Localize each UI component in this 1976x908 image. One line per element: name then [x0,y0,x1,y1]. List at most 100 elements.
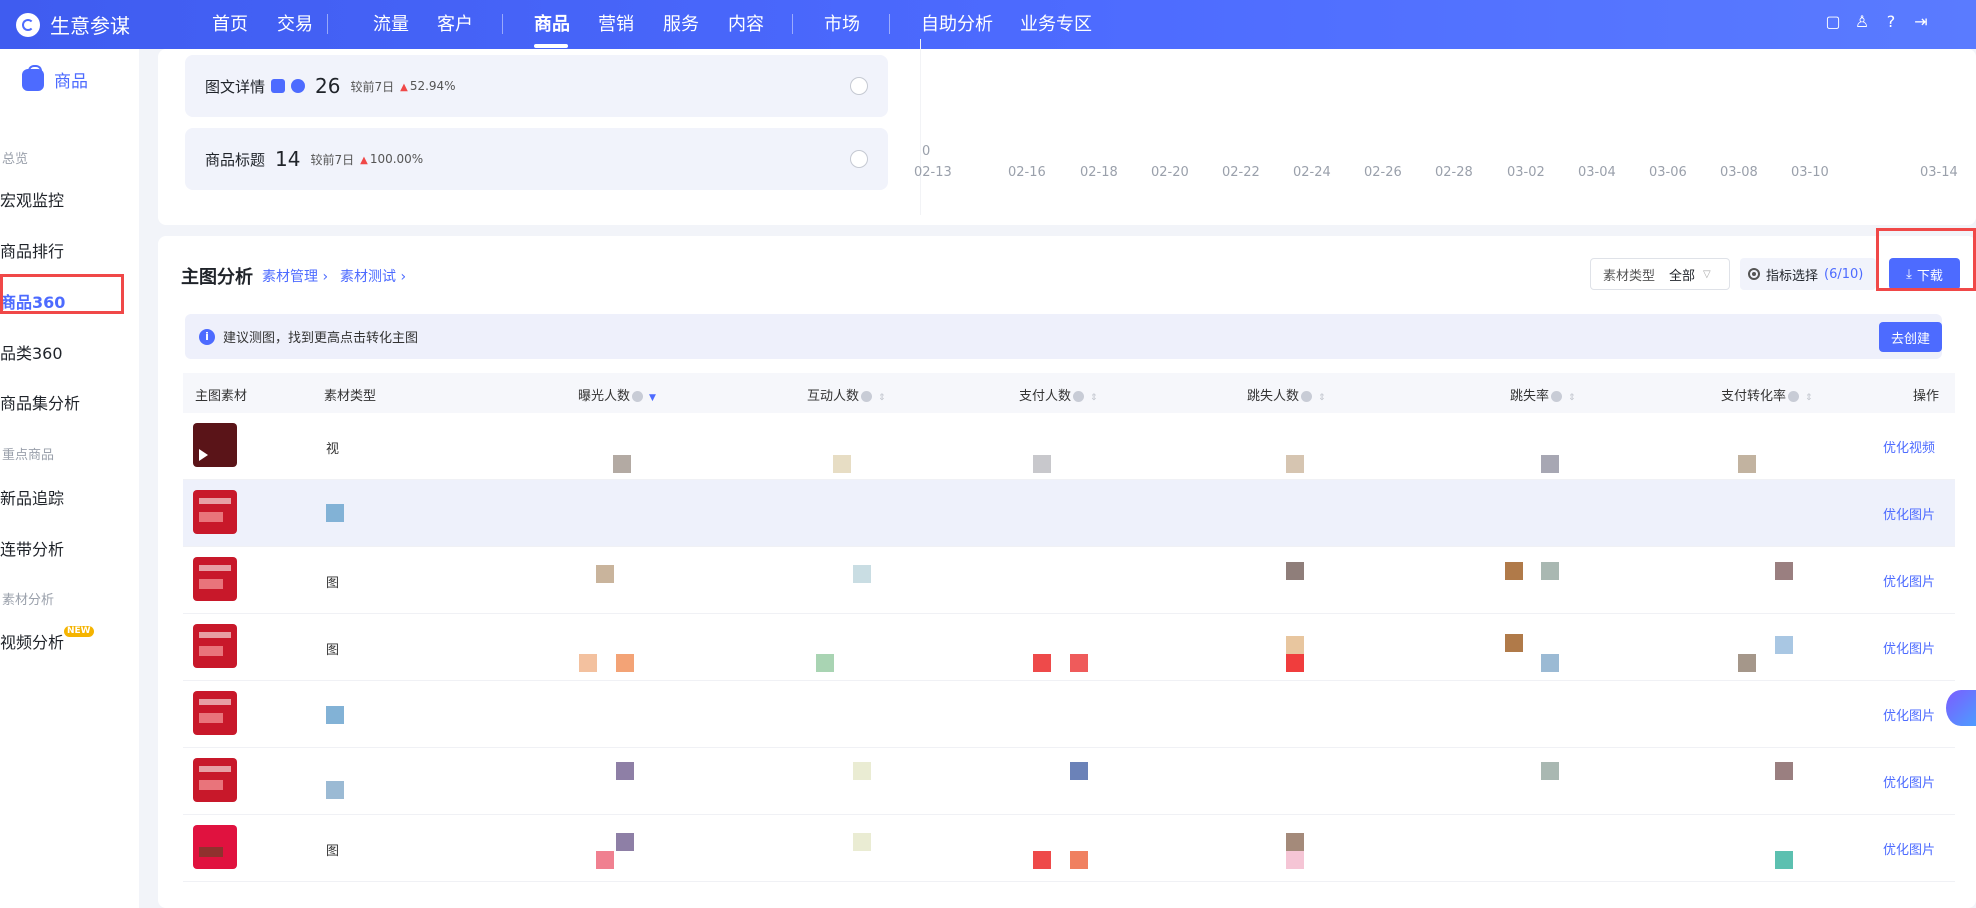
shield-icon [271,79,286,93]
sidebar-item-cross-sell-analysis[interactable]: 连带分析 [0,536,64,560]
x-tick-label: 03-14 [1920,165,1958,180]
material-type-select[interactable]: 素材类型 全部 ▽ [1590,258,1730,290]
image-thumbnail[interactable] [193,624,237,668]
redacted-value [1286,562,1304,580]
sidebar-item-new-product-tracking[interactable]: 新品追踪 [0,485,64,509]
redacted-value [1070,762,1088,780]
metric-value: 14 [275,147,301,171]
nav-item-trade[interactable]: 交易 [277,10,313,36]
optimize-image-link[interactable]: 优化图片 [1883,638,1935,657]
nav-item-marketing[interactable]: 营销 [598,10,634,36]
sidebar-group-material-analysis: 素材分析 [2,593,55,608]
metric-change: 52.94% [400,79,456,93]
redacted-value [616,833,634,851]
nav-divider [889,14,890,34]
redacted-value [833,455,851,473]
optimize-image-link[interactable]: 优化图片 [1883,504,1935,523]
material-management-link[interactable]: 素材管理 [262,266,328,286]
metric-row-title[interactable]: 商品标题 14 较前7日 100.00% [185,128,888,190]
col-bounce-users[interactable]: 跳失人数 ⇕ [1247,385,1326,404]
x-tick-label: 03-04 [1578,165,1616,180]
material-test-link[interactable]: 素材测试 [340,266,406,286]
redacted-value [326,706,344,724]
nav-item-content[interactable]: 内容 [728,10,764,36]
image-thumbnail[interactable] [193,557,237,601]
redacted-value [1033,455,1051,473]
help-icon [1073,391,1085,402]
nav-item-product[interactable]: 商品 [534,10,570,36]
image-thumbnail[interactable] [193,758,237,802]
x-tick-label: 02-13 [914,165,952,180]
sidebar-item-video-analysis[interactable]: 视频分析 [0,629,64,653]
col-interaction[interactable]: 互动人数 ⇕ [807,385,886,404]
message-icon[interactable]: ▢ [1824,13,1842,31]
x-tick-label: 02-18 [1080,165,1118,180]
create-button[interactable]: 去创建 [1879,322,1942,352]
table-row: 优化图片 [183,480,1955,547]
sort-icon[interactable]: ⇕ [878,393,886,403]
metric-row-detail[interactable]: 图文详情 26 较前7日 52.94% [185,55,888,117]
sort-icon[interactable]: ⇕ [1318,393,1326,403]
redacted-value [596,851,614,869]
optimize-image-link[interactable]: 优化图片 [1883,839,1935,858]
nav-item-self-analysis[interactable]: 自助分析 [921,10,993,36]
redacted-value [1775,636,1793,654]
thumbnail-graphic [199,780,223,790]
optimize-video-link[interactable]: 优化视频 [1883,437,1935,456]
optimize-image-link[interactable]: 优化图片 [1883,705,1935,724]
redacted-value [1070,654,1088,672]
redacted-value [853,565,871,583]
redacted-value [326,504,344,522]
col-label: 跳失率 [1510,389,1550,404]
image-thumbnail[interactable] [193,825,237,869]
image-thumbnail[interactable] [193,691,237,735]
metric-select-button[interactable]: 指标选择 (6/10) [1740,258,1876,290]
sidebar-item-macro-monitor[interactable]: 宏观监控 [0,187,64,211]
metric-radio[interactable] [850,150,868,168]
sort-icon[interactable]: ⇕ [1568,393,1576,403]
optimize-image-link[interactable]: 优化图片 [1883,571,1935,590]
help-icon[interactable]: ? [1882,13,1900,31]
sidebar: 商品 总览 宏观监控 商品排行 商品360 品类360 商品集分析 重点商品 新… [0,49,139,908]
sidebar-item-product-set-analysis[interactable]: 商品集分析 [0,390,80,414]
nav-item-home[interactable]: 首页 [212,10,248,36]
redacted-value [1541,654,1559,672]
help-icon [861,391,873,402]
sidebar-group-overview: 总览 [2,152,29,167]
assistant-icon[interactable] [1946,690,1976,726]
nav-item-customer[interactable]: 客户 [437,10,473,36]
metric-radio[interactable] [850,77,868,95]
sort-icon[interactable]: ⇕ [1805,393,1813,403]
thumbnail-graphic [199,498,231,504]
redacted-value [1033,654,1051,672]
sort-icon[interactable]: ⇕ [1090,393,1098,403]
redacted-value [1286,833,1304,851]
sidebar-item-category-360[interactable]: 品类360 [0,340,63,364]
video-thumbnail[interactable] [193,423,237,467]
redacted-value [1775,562,1793,580]
nav-item-market[interactable]: 市场 [824,10,860,36]
nav-item-business-zone[interactable]: 业务专区 [1020,10,1092,36]
col-bounce-rate[interactable]: 跳失率 ⇕ [1510,385,1576,404]
image-thumbnail[interactable] [193,490,237,534]
col-pay-conversion[interactable]: 支付转化率 ⇕ [1721,385,1813,404]
x-tick-label: 03-02 [1507,165,1545,180]
nav-item-service[interactable]: 服务 [663,10,699,36]
tip-text: 建议测图，找到更高点击转化主图 [223,331,419,346]
col-exposure[interactable]: 曝光人数 ▼ [578,385,656,404]
redacted-value [1033,851,1051,869]
sidebar-item-product-ranking[interactable]: 商品排行 [0,238,64,262]
app-logo[interactable]: 生意参谋 [16,10,130,39]
redacted-value [1286,455,1304,473]
logout-icon[interactable]: ⇥ [1912,13,1930,31]
sort-desc-icon[interactable]: ▼ [649,393,656,403]
optimize-image-link[interactable]: 优化图片 [1883,772,1935,791]
help-icon [1788,391,1800,402]
x-tick-label: 03-10 [1791,165,1829,180]
nav-item-traffic[interactable]: 流量 [373,10,409,36]
chevron-down-icon: ▽ [1703,268,1711,280]
col-payers[interactable]: 支付人数 ⇕ [1019,385,1098,404]
user-icon[interactable]: ♙ [1853,13,1871,31]
metric-select-count: (6/10) [1824,266,1864,282]
sidebar-title-label: 商品 [54,72,88,92]
